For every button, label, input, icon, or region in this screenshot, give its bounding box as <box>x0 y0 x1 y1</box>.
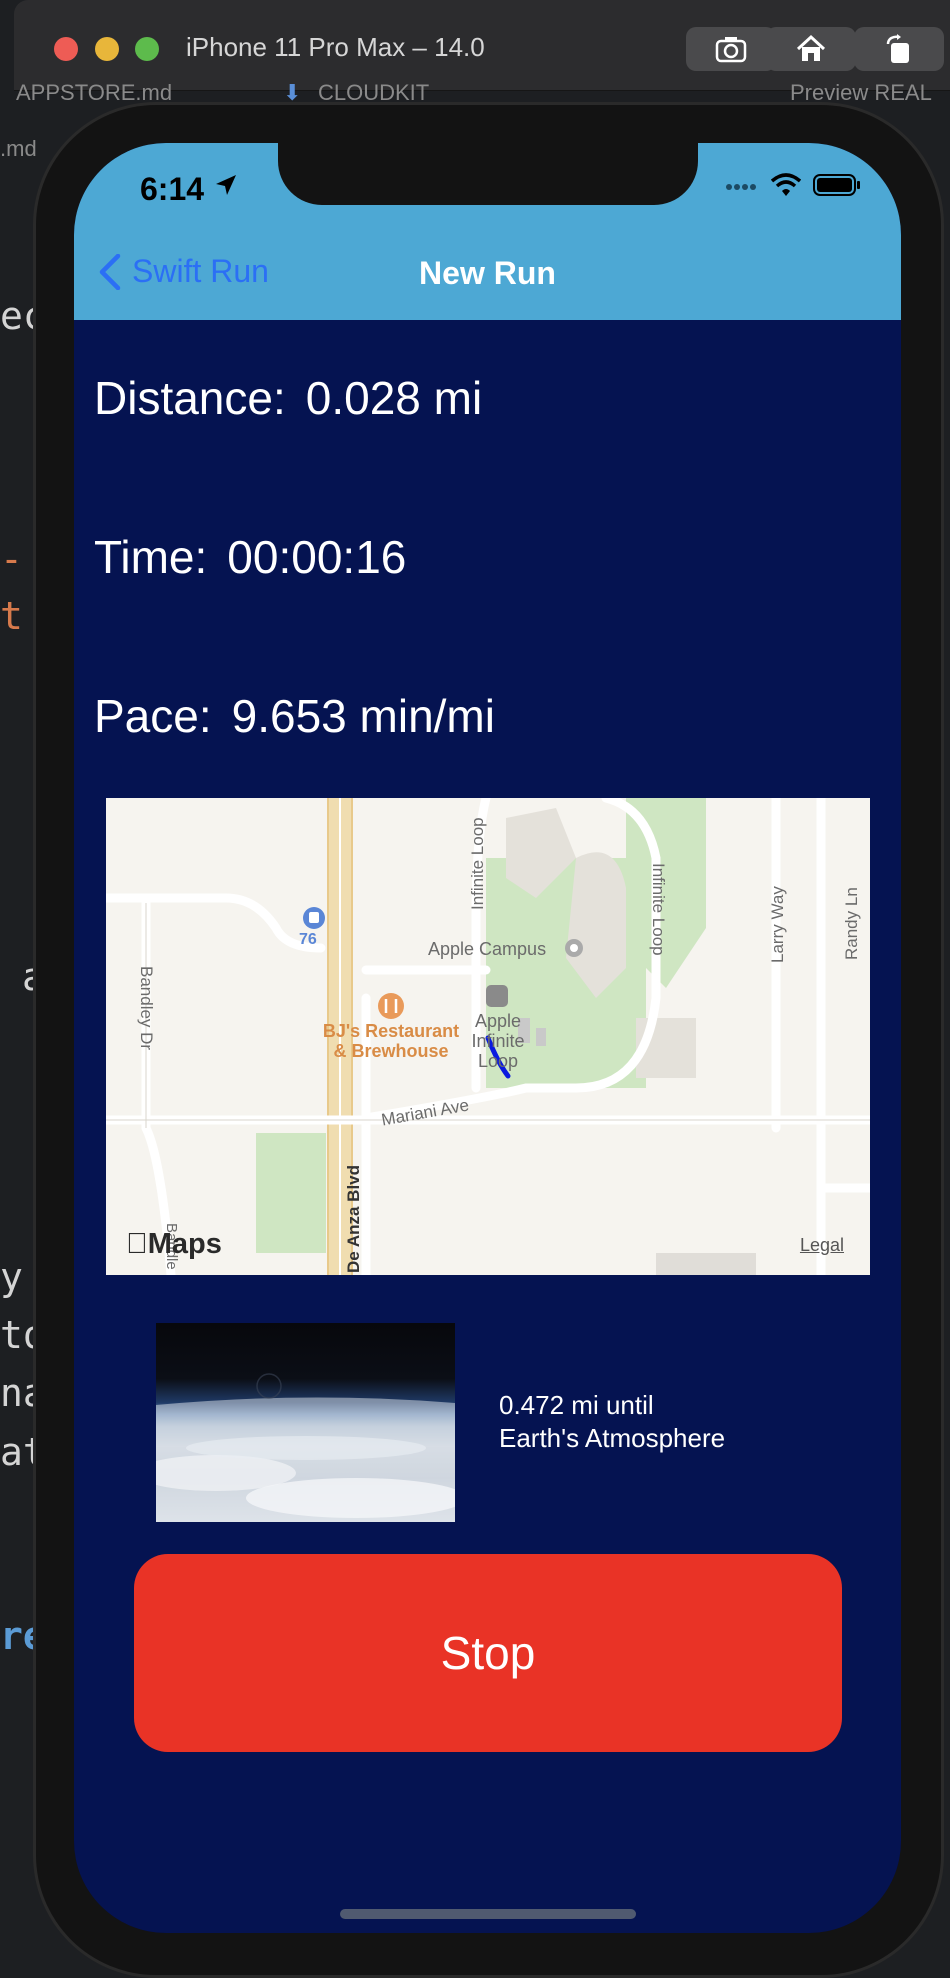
rotate-button[interactable] <box>854 27 944 71</box>
map-label-larry-way: Larry Way <box>768 886 787 963</box>
editor-tab[interactable]: CLOUDKIT <box>318 80 429 106</box>
simulator-title: iPhone 11 Pro Max – 14.0 <box>186 32 485 62</box>
editor-side-tab-label[interactable]: .md <box>0 136 37 162</box>
page-title: New Run <box>419 255 556 291</box>
stop-button[interactable]: Stop <box>134 1554 842 1752</box>
atmosphere-target: Earth's Atmosphere <box>499 1423 726 1453</box>
pace-value: 9.653 min/mi <box>231 690 495 742</box>
home-icon <box>796 34 826 61</box>
map-poi-apple-infinite-loop[interactable]: Apple Infinite Loop <box>458 1011 538 1071</box>
map-legal-link[interactable]: Legal <box>800 1235 844 1256</box>
close-window-button[interactable] <box>54 37 78 61</box>
distance-label: Distance: <box>94 372 286 424</box>
distance-value: 0.028 mi <box>305 372 483 424</box>
status-indicators <box>725 173 861 197</box>
home-button[interactable] <box>766 27 856 71</box>
map-label-infinite-loop: Infinite Loop <box>649 863 668 956</box>
editor-tab[interactable]: APPSTORE.md <box>16 80 172 106</box>
zoom-window-button[interactable] <box>135 37 159 61</box>
minimize-window-button[interactable] <box>95 37 119 61</box>
pace-row: Pace: 9.653 min/mi <box>94 689 495 743</box>
atmosphere-distance: 0.472 mi until <box>499 1390 654 1420</box>
battery-icon <box>813 174 860 196</box>
map-label-bandley-dr: Bandley Dr <box>137 966 156 1051</box>
screenshot-button[interactable] <box>686 27 776 71</box>
cellular-signal-icon <box>726 184 756 190</box>
map-view[interactable]: Infinite Loop Infinite Loop Larry Way Ra… <box>106 798 870 1275</box>
pace-label: Pace: <box>94 690 212 742</box>
map-label-gas-station: 76 <box>299 931 317 948</box>
map-poi-bjs-restaurant[interactable]: BJ's Restaurant & Brewhouse <box>321 1021 461 1061</box>
map-label-de-anza-blvd: De Anza Blvd <box>344 1164 363 1273</box>
time-value: 00:00:16 <box>227 531 407 583</box>
navigation-bar: 6:14 Swift Run New Run <box>74 143 901 320</box>
code-fragment: - <box>0 537 23 581</box>
status-time: 6:14 <box>140 171 205 207</box>
distance-row: Distance: 0.028 mi <box>94 371 482 425</box>
wifi-icon <box>771 173 801 196</box>
apple-maps-logo: Maps <box>126 1228 222 1261</box>
maps-logo-text: Maps <box>126 1228 222 1260</box>
atmosphere-milestone: 0.472 mi until Earth's Atmosphere <box>499 1389 725 1455</box>
earth-atmosphere-image <box>156 1323 455 1522</box>
time-row: Time: 00:00:16 <box>94 530 406 584</box>
editor-tab[interactable]: Preview REAL <box>790 80 932 106</box>
map-label-randy-ln: Randy Ln <box>842 887 861 960</box>
map-label-apple-campus[interactable]: Apple Campus <box>428 939 546 960</box>
phone-screen: 6:14 Swift Run New Run Distance: 0.028 mi… <box>74 143 901 1933</box>
notch <box>278 143 698 205</box>
cloud-download-icon: ⬇ <box>283 80 302 105</box>
location-arrow-icon <box>216 175 236 195</box>
camera-icon <box>715 37 747 63</box>
code-fragment: t <box>0 594 23 638</box>
map-label-infinite-loop: Infinite Loop <box>468 817 487 910</box>
home-indicator[interactable] <box>340 1909 636 1919</box>
earth-atmosphere-graphic <box>156 1373 455 1522</box>
time-label: Time: <box>94 531 208 583</box>
code-fragment: y <box>0 1255 23 1299</box>
rotate-icon <box>886 34 909 63</box>
